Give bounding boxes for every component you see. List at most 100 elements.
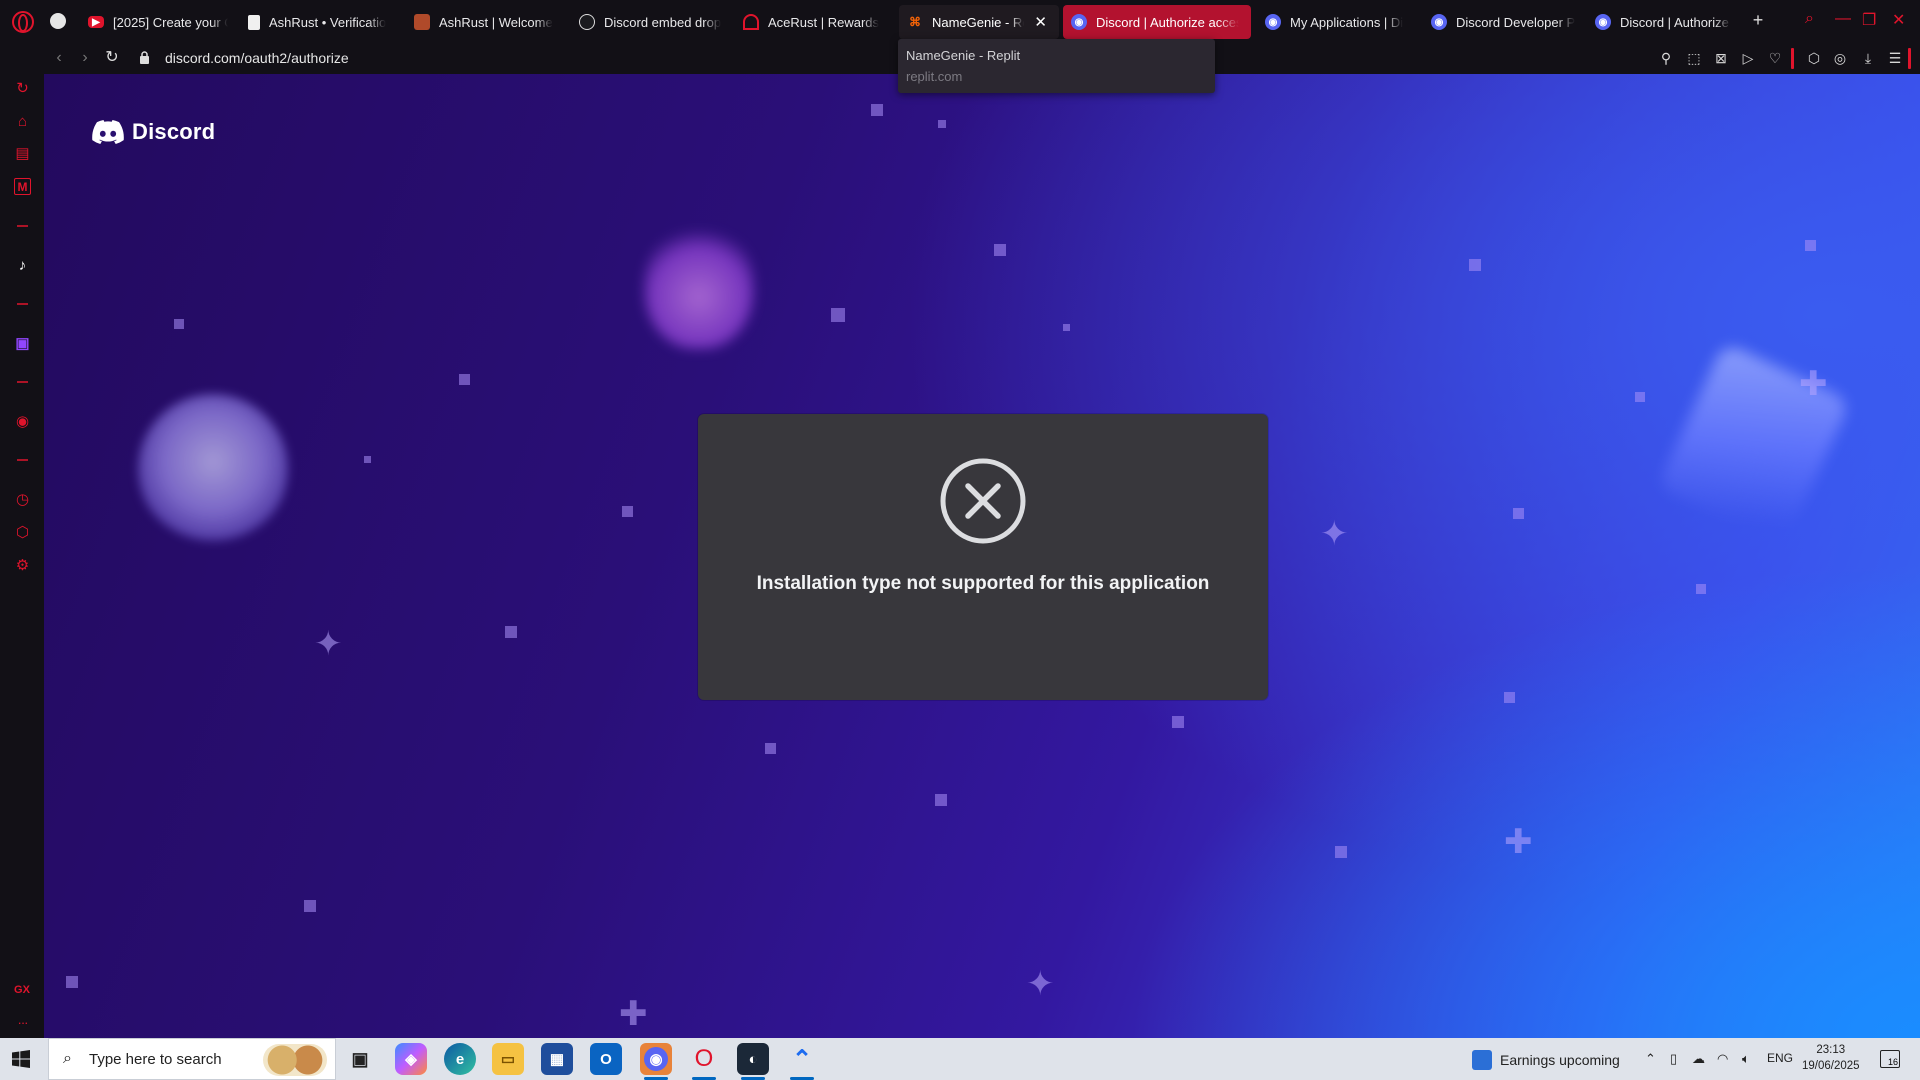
- taskbar-search[interactable]: ⌕ Type here to search: [48, 1038, 336, 1080]
- player-icon[interactable]: ▷: [1740, 50, 1756, 66]
- tiktok-icon[interactable]: ♪: [14, 257, 31, 274]
- sidebar: ↻ ⌂ ▤ M ♪ ▣ ◉ ◷ ⬡ ⚙ GX ···: [0, 74, 44, 1038]
- opera-gx-taskbar-icon[interactable]: O: [688, 1043, 720, 1080]
- menu-icon[interactable]: ☰: [1887, 50, 1903, 66]
- opera-gx-logo-icon[interactable]: [12, 11, 34, 33]
- tab-label: NameGenie - Re: [932, 14, 1025, 30]
- copilot-icon[interactable]: ◈: [395, 1043, 427, 1075]
- star: [174, 319, 184, 329]
- tooltip-title: NameGenie - Replit: [906, 48, 1021, 63]
- onedrive-icon[interactable]: ☁: [1692, 1051, 1705, 1067]
- tab-acerust-rewards[interactable]: AceRust | Rewards: [735, 5, 899, 39]
- player-icon[interactable]: ◉: [14, 413, 31, 430]
- error-modal: Installation type not supported for this…: [698, 414, 1268, 700]
- news-text: Earnings upcoming: [1500, 1052, 1620, 1068]
- star: [622, 506, 633, 517]
- clock-icon[interactable]: ◷: [14, 491, 31, 508]
- edge-icon[interactable]: e: [444, 1043, 476, 1075]
- tab-namegenie-replit[interactable]: ⌘ NameGenie - Re ✕: [899, 5, 1059, 39]
- error-circle-x-icon: [940, 458, 1026, 544]
- document-icon: [248, 14, 260, 30]
- notification-center-icon[interactable]: 16: [1880, 1050, 1900, 1068]
- tab-label: AshRust • Verificatio: [269, 14, 387, 30]
- windows-start-icon[interactable]: [12, 1050, 30, 1068]
- outlook-icon[interactable]: O: [590, 1043, 622, 1075]
- task-view-icon[interactable]: ▣: [344, 1043, 376, 1075]
- language-indicator[interactable]: ENG: [1767, 1051, 1793, 1065]
- tab-tooltip: NameGenie - Replit replit.com: [898, 39, 1215, 93]
- star: [935, 794, 947, 806]
- pin-icon[interactable]: ⚲: [1658, 50, 1674, 66]
- back-button[interactable]: ‹: [49, 48, 69, 68]
- tab-my-applications[interactable]: ◉ My Applications | Di: [1257, 5, 1423, 39]
- gx-label[interactable]: GX: [12, 982, 32, 999]
- sidebar-separator: [17, 225, 28, 227]
- extensions-icon[interactable]: ⬡: [1806, 50, 1822, 66]
- close-tab-icon[interactable]: ✕: [1034, 13, 1047, 31]
- close-window-button[interactable]: ✕: [1892, 10, 1905, 30]
- mail-icon[interactable]: M: [14, 178, 31, 195]
- profile-icon[interactable]: ◎: [1832, 50, 1848, 66]
- search-icon: ⌕: [63, 1050, 72, 1067]
- search-highlight-art: [263, 1044, 327, 1076]
- star: [1504, 692, 1515, 703]
- twitch-icon[interactable]: ▣: [14, 335, 31, 352]
- more-icon[interactable]: ···: [14, 1014, 31, 1031]
- sparkle: ✚: [619, 995, 648, 1033]
- volume-icon[interactable]: 🔈︎: [1742, 1051, 1750, 1067]
- tab-ashrust-welcome[interactable]: AshRust | Welcome: [406, 5, 571, 39]
- sparkle: ✦: [1026, 965, 1055, 1003]
- lock-icon[interactable]: [139, 51, 150, 64]
- adblock-icon[interactable]: ⊠: [1713, 50, 1729, 66]
- tab-discord-developer[interactable]: ◉ Discord Developer P: [1423, 5, 1587, 39]
- sidebar-separator: [17, 381, 28, 383]
- sparkle: ✚: [1504, 823, 1533, 861]
- star: [765, 743, 776, 754]
- heart-icon[interactable]: ♡: [1767, 50, 1783, 66]
- minimize-button[interactable]: —: [1835, 10, 1851, 28]
- download-icon[interactable]: ⤓: [1860, 50, 1876, 66]
- news-widget[interactable]: Earnings upcoming: [1472, 1050, 1620, 1070]
- time: 23:13: [1816, 1044, 1846, 1056]
- tab-ashrust-verification[interactable]: AshRust • Verificatio: [240, 5, 406, 39]
- discord-icon: ◉: [1265, 14, 1281, 30]
- cart-icon[interactable]: ⌂: [14, 113, 31, 130]
- github-icon: [579, 14, 595, 30]
- nordvpn-icon[interactable]: ⌃: [786, 1043, 818, 1080]
- discord-icon: ◉: [1071, 14, 1087, 30]
- tab-discord-authorize-2[interactable]: ◉ Discord | Authorize a: [1587, 5, 1743, 39]
- clock[interactable]: 23:13 19/06/2025: [1802, 1042, 1860, 1074]
- star: [364, 456, 371, 463]
- workspace-icon[interactable]: [50, 13, 66, 29]
- tray-overflow-icon[interactable]: ⌃: [1645, 1051, 1656, 1067]
- discord-taskbar-icon[interactable]: ◉: [640, 1043, 672, 1080]
- star: [1513, 508, 1524, 519]
- file-explorer-icon[interactable]: ▭: [492, 1043, 524, 1075]
- new-tab-button[interactable]: +: [1749, 11, 1767, 29]
- url-field[interactable]: discord.com/oauth2/authorize: [165, 50, 349, 66]
- star: [1805, 240, 1816, 251]
- discord-logo[interactable]: Discord: [92, 119, 215, 145]
- wifi-icon[interactable]: ◠: [1717, 1051, 1728, 1067]
- tab-discord-embed[interactable]: Discord embed drop: [571, 5, 735, 39]
- star: [304, 900, 316, 912]
- history-icon[interactable]: ▤: [14, 145, 31, 162]
- tab-discord-authorize[interactable]: ◉ Discord | Authorize acces: [1063, 5, 1251, 39]
- forward-button[interactable]: ›: [75, 48, 95, 68]
- restore-button[interactable]: ❐: [1862, 10, 1876, 30]
- sparkle: ✦: [1320, 515, 1349, 553]
- ashrust-icon: [414, 14, 430, 30]
- discord-icon: ◉: [1595, 14, 1611, 30]
- microsoft-store-icon[interactable]: ▦: [541, 1043, 573, 1075]
- search-tabs-icon[interactable]: ⌕: [1805, 10, 1814, 28]
- extensions-icon[interactable]: ⬡: [14, 524, 31, 541]
- battery-icon[interactable]: ▯: [1670, 1051, 1677, 1067]
- reload-button[interactable]: ↻: [102, 48, 122, 68]
- star: [938, 120, 946, 128]
- settings-icon[interactable]: ⚙: [14, 557, 31, 574]
- steam-icon[interactable]: ◐: [737, 1043, 769, 1080]
- star: [505, 626, 517, 638]
- snapshot-icon[interactable]: ⬚: [1686, 50, 1702, 66]
- aria-icon[interactable]: ↻: [14, 80, 31, 97]
- tab-youtube[interactable]: ▶ [2025] Create your O: [80, 5, 240, 39]
